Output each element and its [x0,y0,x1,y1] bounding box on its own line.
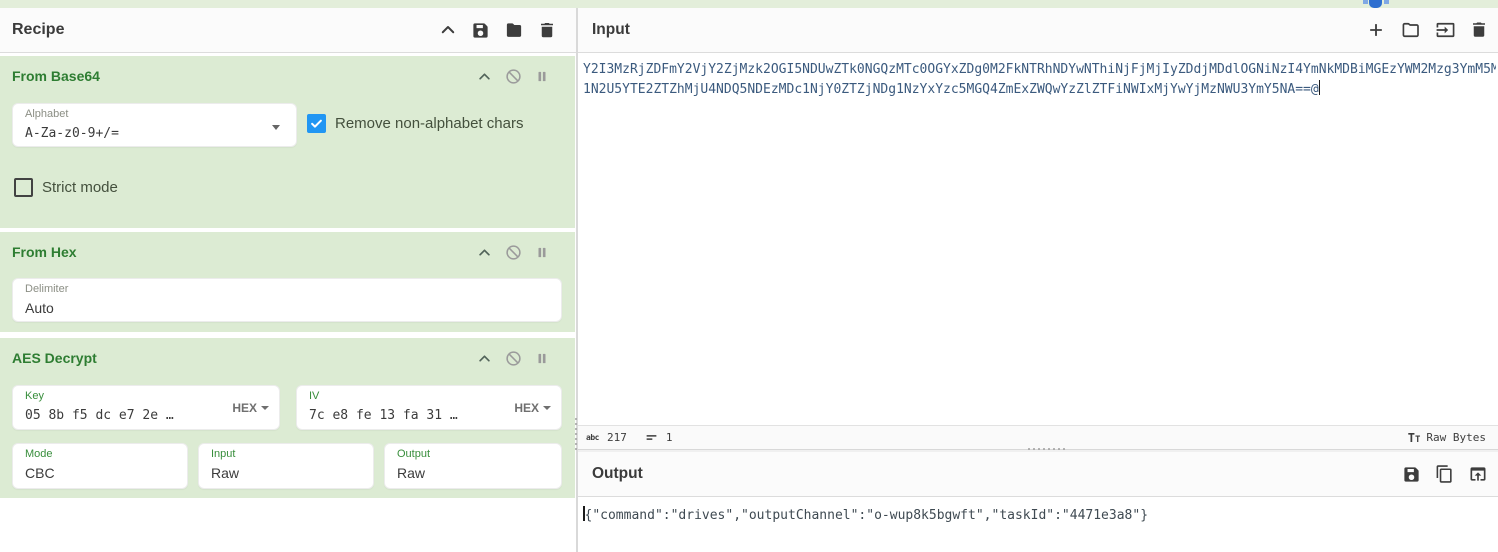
checkbox-unchecked-icon[interactable] [14,178,33,197]
key-input[interactable]: Key 05 8b f5 dc e7 2e … HEX [12,385,280,430]
output-type-select[interactable]: Output Raw [384,443,562,489]
alphabet-value: A-Za-z0-9+/= [25,126,119,141]
text-encoding-icon: TT [1408,431,1421,445]
op-title: From Hex [12,238,77,260]
io-pane: Input Y2I3MzRjZDFmY2VjY2ZjMzk2OGI5NDUwZT… [578,8,1498,552]
delimiter-label: Delimiter [25,283,68,295]
op-title: From Base64 [12,62,100,84]
disable-icon[interactable] [505,244,522,261]
input-text-line: 1N2U5YTE2ZTZhMjU4NDQ5NDEzMDc1NjY0ZTZjNDg… [583,80,1496,100]
input-header: Input [578,8,1498,53]
open-folder-input-icon[interactable] [1435,20,1456,40]
iv-input[interactable]: IV 7c e8 fe 13 fa 31 … HEX [296,385,562,430]
disable-icon[interactable] [505,68,522,85]
breakpoint-pause-icon[interactable] [535,245,549,260]
io-splitter-grip[interactable] [1028,448,1065,450]
delimiter-select[interactable]: Delimiter Auto [12,278,562,322]
save-output-icon[interactable] [1402,465,1421,484]
key-format-value: HEX [232,401,257,415]
chevron-down-icon [543,406,551,410]
key-label: Key [25,390,44,402]
mode-label: Mode [25,448,53,460]
operation-from-hex[interactable]: From Hex Delimiter Auto [0,232,575,332]
chevron-down-icon [272,125,280,130]
op-from-base64-header: From Base64 [0,56,575,90]
open-file-folder-icon[interactable] [1400,20,1421,40]
pane-splitter-grip[interactable] [575,418,578,450]
clear-io-trash-icon[interactable] [1470,20,1488,40]
line-count-value: 1 [666,431,673,444]
text-cursor [1319,80,1321,95]
strict-mode-checkbox[interactable]: Strict mode [14,178,118,197]
disable-icon[interactable] [505,350,522,367]
output-type-value: Raw [397,465,425,481]
recipe-header: Recipe [0,8,576,53]
op-title: AES Decrypt [12,344,97,366]
char-count-icon: abc [586,433,599,442]
chevron-down-icon [261,406,269,410]
alphabet-select[interactable]: Alphabet A-Za-z0-9+/= [12,103,297,147]
remove-non-alphabet-checkbox[interactable]: Remove non-alphabet chars [307,114,523,133]
copy-output-icon[interactable] [1435,464,1454,484]
strict-mode-label: Strict mode [42,179,118,196]
char-count-group: abc 217 [586,431,627,444]
char-count-value: 217 [607,431,627,444]
key-format-dropdown[interactable]: HEX [232,401,269,415]
input-text-line: Y2I3MzRjZDFmY2VjY2ZjMzk2OGI5NDUwZTk0NGQz… [583,60,1496,80]
line-count-group: 1 [645,431,673,444]
iv-format-dropdown[interactable]: HEX [514,401,551,415]
partial-blue-icon [1363,0,1389,8]
input-editor[interactable]: Y2I3MzRjZDFmY2VjY2ZjMzk2OGI5NDUwZTk0NGQz… [578,53,1498,425]
mode-select[interactable]: Mode CBC [12,443,188,489]
mode-value: CBC [25,465,55,481]
operation-aes-decrypt[interactable]: AES Decrypt Key 05 8b f5 dc e7 2e … HEX … [0,338,575,498]
input-status-bar: abc 217 1 TT Raw Bytes [578,425,1498,449]
breakpoint-pause-icon[interactable] [535,69,549,84]
input-encoding-value: Raw Bytes [1426,431,1486,444]
op-aes-decrypt-header: AES Decrypt [0,338,575,372]
output-type-label: Output [397,448,430,460]
delimiter-value: Auto [25,300,54,316]
output-text-line: {"command":"drives","outputChannel":"o-w… [583,506,1498,525]
collapse-icon[interactable] [477,351,492,366]
input-type-select[interactable]: Input Raw [198,443,374,489]
output-title: Output [592,465,643,483]
iv-value: 7c e8 fe 13 fa 31 … [309,408,464,423]
recipe-title: Recipe [12,21,64,39]
key-value: 05 8b f5 dc e7 2e … [25,408,180,423]
output-header: Output [578,452,1498,497]
iv-label: IV [309,390,319,402]
clear-recipe-trash-icon[interactable] [538,21,556,40]
input-type-value: Raw [211,465,239,481]
op-from-hex-header: From Hex [0,232,575,266]
top-banner-strip [0,0,1498,8]
recipe-pane: Recipe From Base64 Alphabet A-Za-z0-9+ [0,8,576,552]
collapse-icon[interactable] [477,69,492,84]
add-tab-icon[interactable] [1366,20,1386,40]
input-type-label: Input [211,448,235,460]
output-area: {"command":"drives","outputChannel":"o-w… [578,497,1498,552]
save-recipe-icon[interactable] [471,21,490,40]
input-encoding-selector[interactable]: TT Raw Bytes [1408,431,1486,445]
pane-splitter[interactable] [576,8,578,552]
breakpoint-pause-icon[interactable] [535,351,549,366]
remove-non-alphabet-label: Remove non-alphabet chars [335,115,523,132]
cyberchef-app: Recipe From Base64 Alphabet A-Za-z0-9+ [0,0,1498,552]
collapse-all-icon[interactable] [439,21,457,39]
alphabet-label: Alphabet [25,108,68,120]
checkbox-checked-icon[interactable] [307,114,326,133]
maximise-output-icon[interactable] [1468,464,1488,484]
operation-from-base64[interactable]: From Base64 Alphabet A-Za-z0-9+/= Remove… [0,56,575,228]
collapse-icon[interactable] [477,245,492,260]
input-title: Input [592,21,630,39]
line-count-icon [645,431,658,444]
load-recipe-folder-icon[interactable] [504,21,524,40]
iv-format-value: HEX [514,401,539,415]
